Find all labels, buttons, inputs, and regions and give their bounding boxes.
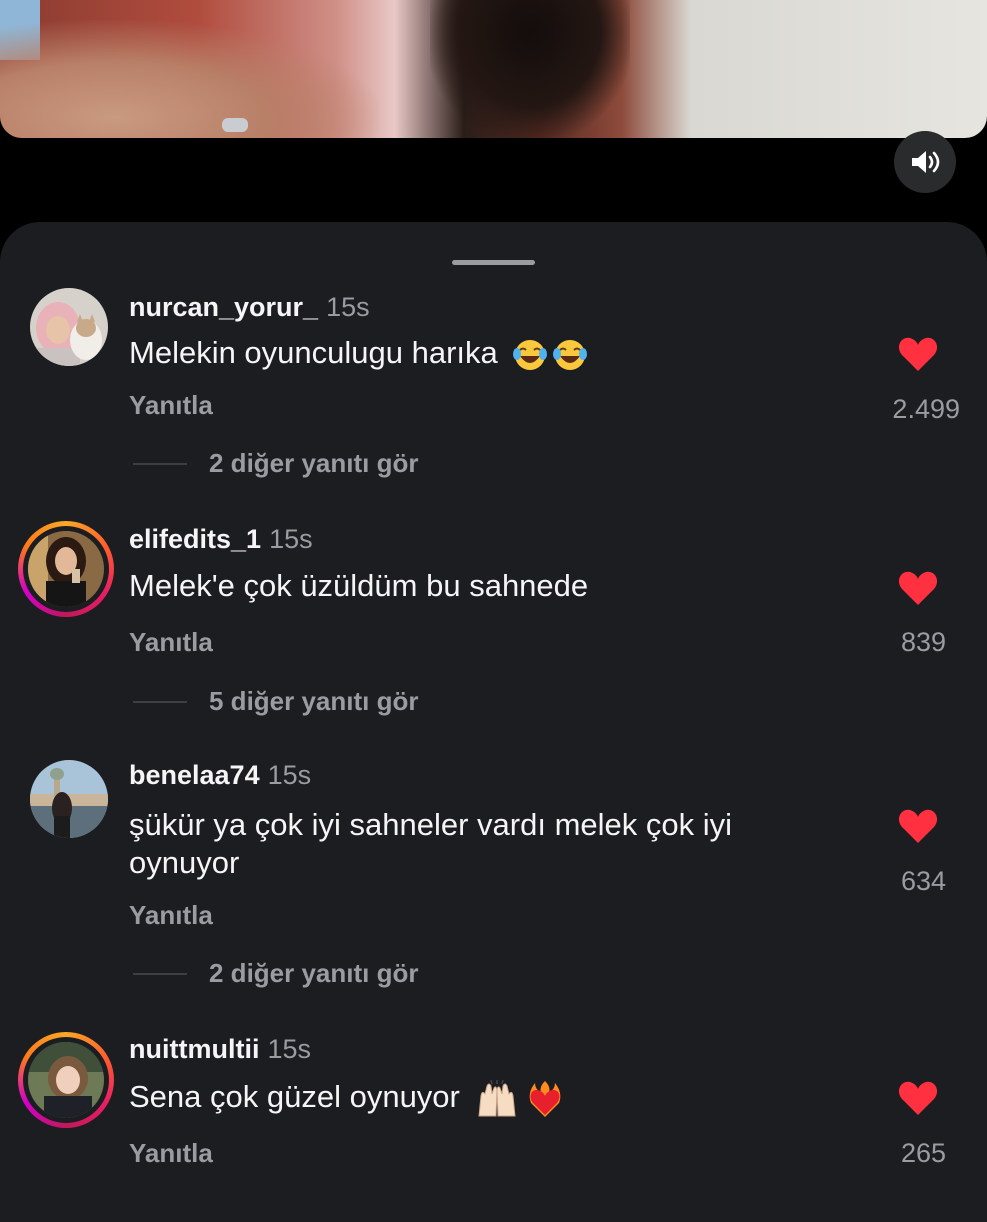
reply-button[interactable]: Yanıtla (129, 900, 213, 931)
laughing-tears-emoji-icon (553, 339, 588, 370)
comment-text-body: şükür ya çok iyi sahneler vardı melek ço… (129, 807, 733, 880)
avatar-image (30, 760, 108, 838)
avatar[interactable] (30, 288, 108, 366)
speaker-icon (912, 151, 940, 173)
view-more-replies[interactable]: 2 diğer yanıtı gör (133, 958, 419, 989)
comment-text: şükür ya çok iyi sahneler vardı melek ço… (129, 806, 829, 882)
comment-time: 15s (326, 292, 370, 322)
comment-username[interactable]: nuittmultii 15s (129, 1034, 311, 1065)
avatar (28, 531, 104, 607)
story-ring[interactable] (18, 521, 114, 617)
view-more-replies[interactable]: 2 diğer yanıtı gör (133, 448, 419, 479)
heart-icon[interactable] (898, 570, 938, 606)
story-ring[interactable] (18, 1032, 114, 1128)
like-count: 839 (900, 627, 946, 657)
comment-time: 15s (267, 1034, 312, 1064)
like-count: 634 (900, 866, 946, 896)
comment-text: Melek'e çok üzüldüm bu sahnede (129, 567, 849, 605)
view-more-replies-label: 5 diğer yanıtı gör (209, 686, 419, 716)
video-frame-detail (222, 118, 248, 132)
video-player[interactable] (0, 0, 987, 138)
drag-handle[interactable] (452, 260, 535, 265)
avatar (28, 1042, 104, 1118)
comment-text-body: Melek'e çok üzüldüm bu sahnede (129, 568, 589, 603)
video-frame-detail (430, 0, 630, 138)
heart-icon[interactable] (898, 336, 938, 372)
video-frame-detail (0, 20, 380, 138)
reply-button[interactable]: Yanıtla (129, 627, 213, 658)
comment-username[interactable]: benelaa74 15s (129, 760, 311, 791)
avatar-image (28, 1042, 104, 1118)
view-more-replies-label: 2 diğer yanıtı gör (209, 448, 419, 478)
comment-time: 15s (267, 760, 312, 790)
comments-sheet: nurcan_yorur_ 15s Melekin oyunculugu harı… (0, 222, 987, 1222)
raising-hands-emoji-icon (477, 1079, 516, 1117)
view-more-replies[interactable]: 5 diğer yanıtı gör (133, 686, 419, 717)
comment-text: Sena çok güzel oynuyor (129, 1078, 849, 1119)
comment-time: 15s (269, 524, 313, 554)
comment-username[interactable]: nurcan_yorur_ 15s (129, 292, 370, 323)
thread-line (133, 462, 187, 465)
heart-icon[interactable] (898, 1080, 938, 1116)
avatar-image (28, 531, 104, 607)
comment-text-body: Sena çok güzel oynuyor (129, 1079, 460, 1114)
avatar-image (30, 288, 108, 366)
comment-username[interactable]: elifedits_1 15s (129, 524, 313, 555)
view-more-replies-label: 2 diğer yanıtı gör (209, 958, 419, 988)
comment-text: Melekin oyunculugu harıka (129, 334, 849, 372)
like-count: 2.499 (892, 394, 960, 424)
avatar[interactable] (30, 760, 108, 838)
heart-icon[interactable] (898, 808, 938, 844)
thread-line (133, 700, 187, 703)
mute-button[interactable] (894, 131, 956, 193)
like-count: 265 (900, 1138, 946, 1168)
heart-on-fire-emoji-icon (529, 1080, 560, 1117)
reply-button[interactable]: Yanıtla (129, 1138, 213, 1169)
comment-text-body: Melekin oyunculugu harıka (129, 335, 498, 370)
thread-line (133, 972, 187, 975)
reply-button[interactable]: Yanıtla (129, 390, 213, 421)
laughing-tears-emoji-icon (513, 339, 548, 370)
